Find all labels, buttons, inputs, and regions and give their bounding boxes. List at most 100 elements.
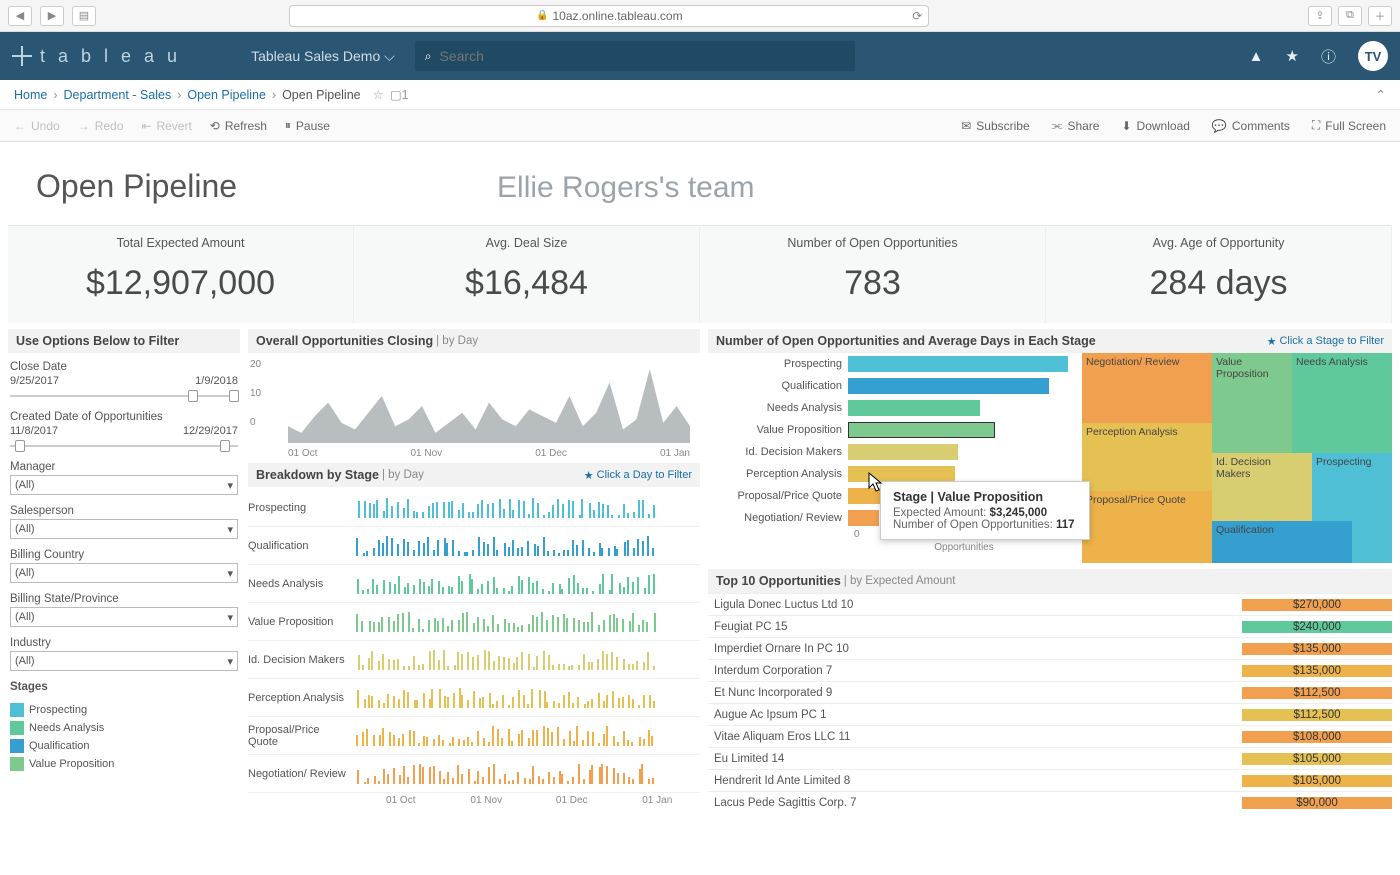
legend-item[interactable]: Needs Analysis	[10, 721, 125, 735]
filter-dropdown[interactable]: (All)▾	[10, 519, 238, 539]
browser-tabs-button[interactable]: ⧉	[1338, 6, 1362, 26]
search-box[interactable]: ⌕	[415, 41, 855, 71]
comments-button[interactable]: 💬 Comments	[1212, 118, 1290, 133]
stage-row[interactable]: Qualification	[248, 527, 700, 565]
redo-button[interactable]: → Redo	[78, 119, 124, 133]
views-icon[interactable]: ▢1	[390, 87, 409, 102]
treemap-cell[interactable]	[1352, 521, 1392, 563]
refresh-button[interactable]: ⟲ Refresh	[210, 119, 267, 133]
overall-closing-chart[interactable]: 20100 01 Oct01 Nov01 Dec01 Jan	[248, 353, 700, 463]
opportunity-row[interactable]: Hendrerit Id Ante Limited 8$105,000	[708, 769, 1392, 791]
brand-text: t a b l e a u	[40, 46, 181, 67]
kpi-card[interactable]: Total Expected Amount$12,907,000	[8, 225, 354, 323]
stage-row[interactable]: Needs Analysis	[248, 565, 700, 603]
breakdown-chart[interactable]: ProspectingQualificationNeeds AnalysisVa…	[248, 487, 700, 795]
opportunity-row[interactable]: Eu Limited 14$105,000	[708, 747, 1392, 769]
avatar[interactable]: TV	[1358, 41, 1388, 71]
stage-bar[interactable]: Qualification	[708, 375, 1074, 397]
kpi-card[interactable]: Number of Open Opportunities783	[700, 225, 1046, 323]
stage-row[interactable]: Id. Decision Makers	[248, 641, 700, 679]
stage-bars-helper[interactable]: ★Click a Stage to Filter	[1267, 335, 1384, 348]
undo-button[interactable]: ← Undo	[14, 119, 60, 133]
stage-bars-heading: Number of Open Opportunities and Average…	[708, 329, 1392, 353]
info-icon[interactable]: ⓘ	[1321, 46, 1336, 67]
overall-closing-heading: Overall Opportunities Closing| by Day	[248, 329, 700, 353]
filter-dropdown[interactable]: (All)▾	[10, 651, 238, 671]
treemap-cell[interactable]: Qualification	[1212, 521, 1352, 563]
kpi-card[interactable]: Avg. Age of Opportunity284 days	[1046, 225, 1392, 323]
opportunity-row[interactable]: Interdum Corporation 7$135,000	[708, 659, 1392, 681]
alerts-icon[interactable]: ▲	[1249, 48, 1264, 65]
stage-bar[interactable]: Perception Analysis	[708, 463, 1074, 485]
chevron-down-icon: ▾	[227, 523, 233, 536]
opportunity-row[interactable]: Feugiat PC 15$240,000	[708, 615, 1392, 637]
opportunity-row[interactable]: Imperdiet Ornare In PC 10$135,000	[708, 637, 1392, 659]
page-subtitle: Ellie Rogers's team	[497, 171, 755, 205]
filter-dropdown[interactable]: (All)▾	[10, 563, 238, 583]
stage-row[interactable]: Proposal/Price Quote	[248, 717, 700, 755]
stage-row[interactable]: Negotiation/ Review	[248, 755, 700, 793]
site-dropdown[interactable]: Tableau Sales Demo ⌵	[251, 48, 395, 65]
stage-bar[interactable]: Proposal/Price Quote	[708, 485, 1074, 507]
stage-row[interactable]: Perception Analysis	[248, 679, 700, 717]
stage-bar[interactable]: Negotiation/ Review	[708, 507, 1074, 529]
browser-newtab-button[interactable]: ＋	[1368, 6, 1392, 26]
stage-treemap[interactable]: Negotiation/ ReviewPerception AnalysisPr…	[1082, 353, 1392, 563]
browser-sidebar-button[interactable]: ▤	[72, 6, 96, 26]
opportunity-row[interactable]: Lacus Pede Sagittis Corp. 7$90,000	[708, 791, 1392, 813]
chevron-down-icon: ⌵	[384, 48, 395, 64]
opportunity-row[interactable]: Augue Ac Ipsum PC 1$112,500	[708, 703, 1392, 725]
stage-bar[interactable]: Prospecting	[708, 353, 1074, 375]
stage-bar[interactable]: Needs Analysis	[708, 397, 1074, 419]
address-bar[interactable]: 🔒 10az.online.tableau.com ⟳	[289, 5, 929, 27]
favorite-star-icon[interactable]: ☆	[373, 87, 384, 102]
filter-dropdown[interactable]: (All)▾	[10, 475, 238, 495]
pause-button[interactable]: ⏸ Pause	[285, 118, 330, 133]
treemap-cell[interactable]: Proposal/Price Quote	[1082, 491, 1212, 563]
reload-icon[interactable]: ⟳	[912, 9, 922, 23]
treemap-cell[interactable]: Perception Analysis	[1082, 423, 1212, 491]
crumb-workbook[interactable]: Open Pipeline	[187, 88, 266, 102]
search-input[interactable]	[440, 48, 845, 64]
legend-item[interactable]: Prospecting	[10, 703, 125, 717]
stage-bar[interactable]: Value Proposition	[708, 419, 1074, 441]
treemap-cell[interactable]: Prospecting	[1312, 453, 1392, 521]
top10-heading: Top 10 Opportunities| by Expected Amount	[708, 569, 1392, 593]
stage-row[interactable]: Prospecting	[248, 489, 700, 527]
stage-row[interactable]: Value Proposition	[248, 603, 700, 641]
share-button[interactable]: ⫘ Share	[1052, 118, 1100, 133]
star-icon: ★	[1267, 335, 1277, 348]
collapse-icon[interactable]: ⌃	[1376, 87, 1386, 102]
legend-item[interactable]: Value Proposition	[10, 757, 125, 771]
breakdown-heading: Breakdown by Stage| by Day ★Click a Day …	[248, 463, 700, 487]
filter-dropdown[interactable]: (All)▾	[10, 607, 238, 627]
browser-share-button[interactable]: ⇪	[1308, 6, 1332, 26]
stage-bar[interactable]: Id. Decision Makers	[708, 441, 1074, 463]
color-swatch	[10, 703, 24, 717]
color-swatch	[10, 757, 24, 771]
close-date-slider[interactable]	[10, 389, 238, 403]
browser-forward-button[interactable]: ▶	[40, 6, 64, 26]
treemap-cell[interactable]: Value Proposition	[1212, 353, 1292, 453]
subscribe-button[interactable]: ✉ Subscribe	[961, 118, 1029, 133]
fullscreen-button[interactable]: ⛶ Full Screen	[1312, 118, 1386, 133]
opportunity-row[interactable]: Et Nunc Incorporated 9$112,500	[708, 681, 1392, 703]
crumb-home[interactable]: Home	[14, 88, 47, 102]
browser-back-button[interactable]: ◀	[8, 6, 32, 26]
crumb-dept[interactable]: Department - Sales	[64, 88, 172, 102]
breakdown-helper[interactable]: ★Click a Day to Filter	[584, 469, 692, 482]
legend-item[interactable]: Qualification	[10, 739, 125, 753]
revert-button[interactable]: ⇤ Revert	[141, 119, 191, 133]
stage-bar-chart[interactable]: ProspectingQualificationNeeds AnalysisVa…	[708, 353, 1074, 563]
download-button[interactable]: ⬇ Download	[1121, 118, 1189, 133]
tableau-logo[interactable]: t a b l e a u	[12, 46, 181, 67]
treemap-cell[interactable]: Id. Decision Makers	[1212, 453, 1312, 521]
treemap-cell[interactable]: Needs Analysis	[1292, 353, 1392, 453]
favorites-icon[interactable]: ★	[1286, 47, 1299, 65]
opportunity-row[interactable]: Ligula Donec Luctus Ltd 10$270,000	[708, 593, 1392, 615]
breadcrumb: Home› Department - Sales› Open Pipeline›…	[0, 80, 1400, 110]
opportunity-row[interactable]: Vitae Aliquam Eros LLC 11$108,000	[708, 725, 1392, 747]
kpi-card[interactable]: Avg. Deal Size$16,484	[354, 225, 700, 323]
treemap-cell[interactable]: Negotiation/ Review	[1082, 353, 1212, 423]
created-date-slider[interactable]	[10, 439, 238, 453]
